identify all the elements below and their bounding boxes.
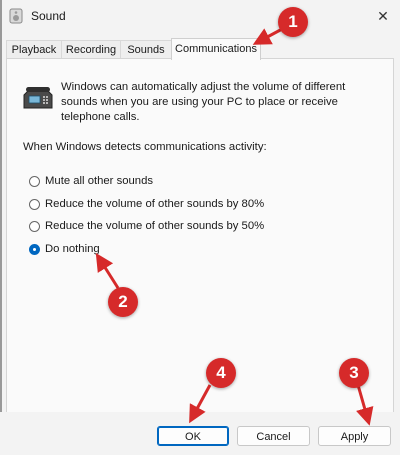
radio-button[interactable] <box>29 198 40 210</box>
tab-playback[interactable]: Playback <box>6 40 62 59</box>
option-label: Reduce the volume of other sounds by 50% <box>45 220 265 232</box>
radio-button[interactable] <box>29 175 40 187</box>
speaker-icon <box>9 8 23 24</box>
option-label: Reduce the volume of other sounds by 80% <box>45 198 265 210</box>
annotation-badge-4: 4 <box>206 358 236 388</box>
option-mute-all[interactable]: Mute all other sounds <box>29 173 153 189</box>
annotation-badge-2: 2 <box>108 287 138 317</box>
tab-recording[interactable]: Recording <box>61 40 121 59</box>
ok-button[interactable]: OK <box>157 426 229 446</box>
close-icon[interactable]: ✕ <box>372 5 394 27</box>
window-left-edge <box>0 0 2 455</box>
option-label: Do nothing <box>45 243 100 255</box>
window-title: Sound <box>31 9 66 23</box>
radio-button[interactable] <box>29 220 40 232</box>
option-reduce-80[interactable]: Reduce the volume of other sounds by 80% <box>29 196 264 212</box>
title-bar: Sound ✕ <box>0 0 400 32</box>
tab-communications[interactable]: Communications <box>171 38 261 60</box>
telephone-icon <box>23 87 53 109</box>
option-do-nothing[interactable]: Do nothing <box>29 241 100 257</box>
option-reduce-50[interactable]: Reduce the volume of other sounds by 50% <box>29 218 264 234</box>
tab-sounds[interactable]: Sounds <box>120 40 172 59</box>
apply-button[interactable]: Apply <box>318 426 391 446</box>
cancel-button[interactable]: Cancel <box>237 426 310 446</box>
annotation-badge-3: 3 <box>339 358 369 388</box>
option-label: Mute all other sounds <box>45 175 154 187</box>
annotation-badge-1: 1 <box>278 7 308 37</box>
section-label: When Windows detects communications acti… <box>23 141 267 153</box>
description-text: Windows can automatically adjust the vol… <box>61 81 346 123</box>
radio-button-selected[interactable] <box>29 243 40 255</box>
